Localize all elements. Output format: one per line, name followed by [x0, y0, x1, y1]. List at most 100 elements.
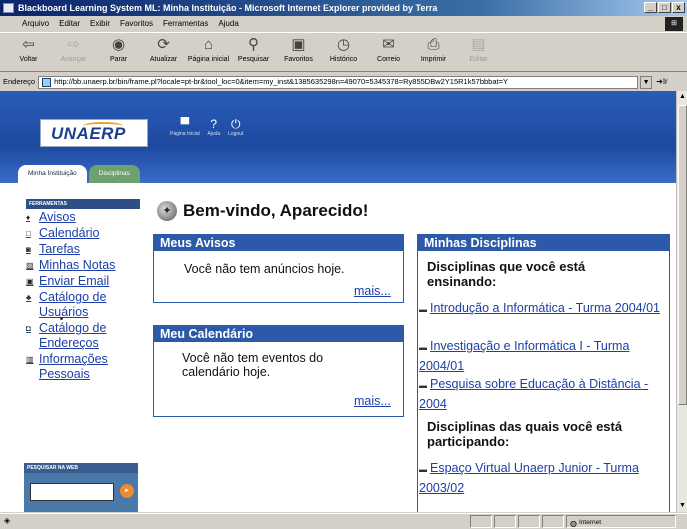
internet-zone-icon: ◍ — [570, 519, 577, 528]
status-panel — [518, 515, 540, 528]
tool-avisos[interactable]: ♦ Avisos — [26, 210, 140, 225]
home-icon: ⌂ — [203, 36, 214, 53]
windows-logo-icon: ⊞ — [665, 17, 683, 31]
window-title-bar: Blackboard Learning System ML: Minha Ins… — [0, 0, 687, 16]
home-icon: ▀ — [180, 117, 190, 131]
tools-panel: FERRAMENTAS ♦ Avisos □ Calendário ◙ Tarefas… — [26, 199, 140, 447]
web-search-go-button[interactable]: ► — [120, 484, 134, 498]
welcome-banner: ✦ Bem-vindo, Aparecido! — [157, 201, 368, 221]
left-column: FERRAMENTAS ♦ Avisos □ Calendário ◙ Tarefas… — [0, 183, 144, 512]
vertical-scrollbar[interactable]: ▲ ▼ — [676, 91, 687, 512]
logo-text: UNAERP — [51, 124, 126, 143]
tool-minhas-notas[interactable]: ▨ Minhas Notas — [26, 258, 140, 273]
module-title: Meus Avisos — [154, 235, 403, 251]
status-panel — [542, 515, 564, 528]
tasks-icon: ◙ — [26, 245, 31, 254]
web-search-header: PESQUISAR NA WEB — [24, 463, 138, 473]
menu-bar: Arquivo Editar Exibir Favoritos Ferramen… — [0, 17, 687, 31]
course-icon: ▬ — [419, 381, 427, 390]
refresh-icon: ⟳ — [157, 36, 170, 53]
menu-ajuda[interactable]: Ajuda — [218, 17, 238, 31]
module-my-announcements: Meus Avisos Você não tem anúncios hoje. … — [153, 234, 404, 303]
edit-icon: ▤ — [471, 36, 486, 53]
ie-page-icon — [3, 3, 14, 13]
header-home-link[interactable]: ▀ Página Inicial — [170, 117, 200, 137]
maximize-button[interactable]: □ — [658, 2, 671, 13]
minimize-button[interactable]: _ — [644, 2, 657, 13]
stop-button[interactable]: ◉ Parar — [96, 33, 141, 71]
calendar-icon: □ — [26, 229, 31, 238]
search-button[interactable]: ⚲ Pesquisar — [231, 33, 276, 71]
announcements-message: Você não tem anúncios hoje. — [184, 262, 345, 276]
menu-exibir[interactable]: Exibir — [90, 17, 110, 31]
course-icon: ▬ — [419, 465, 427, 474]
address-input[interactable]: http://bb.unaerp.br/bin/frame.pl?locale=… — [38, 75, 639, 89]
course-link[interactable]: ▬ Introdução a Informática - Turma 2004/0… — [419, 299, 669, 319]
address-label: Endereço — [3, 77, 36, 86]
print-icon: ⎙ — [427, 36, 440, 53]
tab-minha-instituicao[interactable]: Minha Instituição — [18, 165, 87, 183]
security-zone: ◍ Internet — [566, 515, 676, 528]
tool-calendario[interactable]: □ Calendário — [26, 226, 140, 241]
address-bar: Endereço http://bb.unaerp.br/bin/frame.p… — [0, 74, 687, 90]
scrollbar-thumb[interactable] — [678, 105, 687, 405]
announcements-icon: ♦ — [26, 213, 31, 222]
go-button[interactable]: ➜Ir — [656, 75, 668, 89]
mail-button[interactable]: ✉ Correio — [366, 33, 411, 71]
header-help-link[interactable]: ? Ajuda — [206, 117, 222, 137]
tab-disciplinas[interactable]: Disciplinas — [88, 165, 140, 183]
search-icon: ⚲ — [248, 36, 259, 53]
print-button[interactable]: ⎙ Imprimir — [411, 33, 456, 71]
window-controls: _ □ x — [644, 2, 685, 13]
menu-favoritos[interactable]: Favoritos — [120, 17, 153, 31]
page-icon — [42, 77, 52, 87]
module-title: Minhas Disciplinas — [418, 235, 669, 251]
course-link[interactable]: ▬ Espaço Virtual Unaerp Junior - Turma 20… — [419, 459, 669, 498]
unaerp-logo[interactable]: UNAERP — [40, 119, 148, 147]
tool-catalogo-usuarios[interactable]: ♣ Catálogo de Usuários — [26, 290, 140, 320]
users-icon: ♣ — [26, 293, 32, 302]
history-button[interactable]: ◷ Histórico — [321, 33, 366, 71]
home-button[interactable]: ⌂ Página inicial — [186, 33, 231, 71]
tool-enviar-email[interactable]: ▣ Enviar Email — [26, 274, 140, 289]
announcements-more-link[interactable]: mais... — [354, 284, 391, 298]
address-book-icon: ◘ — [26, 324, 31, 333]
tool-informacoes-pessoais[interactable]: ▥ Informações Pessoais — [26, 352, 140, 382]
module-my-calendar: Meu Calendário Você não tem eventos do c… — [153, 325, 404, 417]
tool-catalogo-enderecos[interactable]: ◘ Catálogo de Endereços — [26, 321, 140, 351]
favorites-button[interactable]: ▣ Favoritos — [276, 33, 321, 71]
web-search-panel: PESQUISAR NA WEB ► — [24, 463, 138, 512]
window-title: Blackboard Learning System ML: Minha Ins… — [18, 3, 438, 13]
course-link[interactable]: ▬ Pesquisa sobre Educação à Distância - 2… — [419, 375, 669, 414]
stop-icon: ◉ — [111, 36, 126, 53]
menu-arquivo[interactable]: Arquivo — [22, 17, 49, 31]
close-button[interactable]: x — [672, 2, 685, 13]
status-panel — [470, 515, 492, 528]
participating-heading: Disciplinas das quais você está particip… — [427, 419, 623, 449]
back-arrow-icon: ⇦ — [22, 36, 35, 53]
menu-editar[interactable]: Editar — [59, 17, 80, 31]
forward-button[interactable]: ⇨ Avançar — [51, 33, 96, 71]
menu-ferramentas[interactable]: Ferramentas — [163, 17, 208, 31]
personal-info-icon: ▥ — [26, 355, 34, 364]
course-link[interactable]: ▬ Investigação e Informática I - Turma 20… — [419, 337, 669, 376]
edit-button[interactable]: ▤ Editar — [456, 33, 501, 71]
address-url: http://bb.unaerp.br/bin/frame.pl?locale=… — [54, 77, 508, 86]
status-bar: ◈ ◍ Internet — [0, 513, 687, 529]
tool-tarefas[interactable]: ◙ Tarefas — [26, 242, 140, 257]
refresh-button[interactable]: ⟳ Atualizar — [141, 33, 186, 71]
web-search-input[interactable] — [30, 483, 114, 501]
scroll-up-icon[interactable]: ▲ — [677, 91, 687, 103]
mail-icon: ✉ — [382, 36, 395, 53]
calendar-more-link[interactable]: mais... — [354, 394, 391, 408]
forward-arrow-icon: ⇨ — [67, 36, 80, 53]
globe-icon: ✦ — [157, 201, 177, 221]
status-panel — [494, 515, 516, 528]
back-button[interactable]: ⇦ Voltar — [6, 33, 51, 71]
header-logout-link[interactable]: ⏻ Logout — [228, 117, 244, 137]
scroll-down-icon[interactable]: ▼ — [677, 500, 687, 512]
bullet-dot — [60, 317, 63, 320]
teaching-heading: Disciplinas que você está ensinando: — [427, 259, 586, 289]
address-dropdown-icon[interactable]: ▼ — [640, 75, 653, 89]
help-icon: ? — [210, 117, 218, 131]
